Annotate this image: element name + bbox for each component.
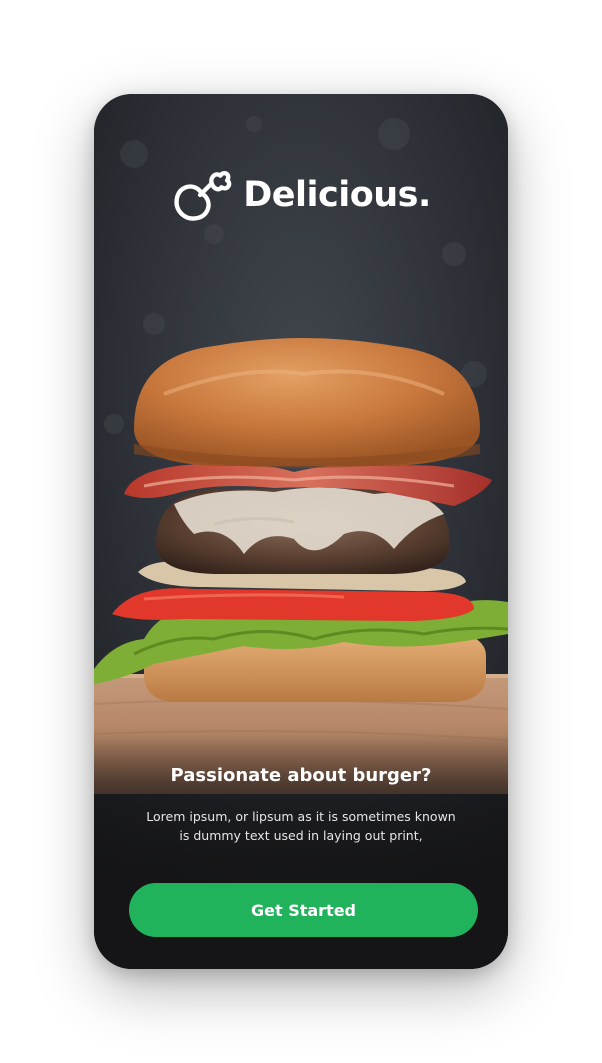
description: Lorem ipsum, or lipsum as it is sometime…: [134, 807, 468, 845]
get-started-button[interactable]: Get Started: [129, 883, 478, 937]
screen: Delicious. Passionate about burger? Lore…: [0, 0, 602, 1063]
brand-name: Delicious.: [243, 175, 431, 215]
description-line-2: is dummy text used in laying out print,: [179, 828, 423, 843]
brand-logo: Delicious.: [94, 164, 508, 226]
phone-frame: Delicious. Passionate about burger? Lore…: [94, 94, 508, 969]
description-line-1: Lorem ipsum, or lipsum as it is sometime…: [146, 809, 456, 824]
chicken-drumstick-icon: [174, 171, 232, 221]
headline: Passionate about burger?: [170, 765, 432, 786]
